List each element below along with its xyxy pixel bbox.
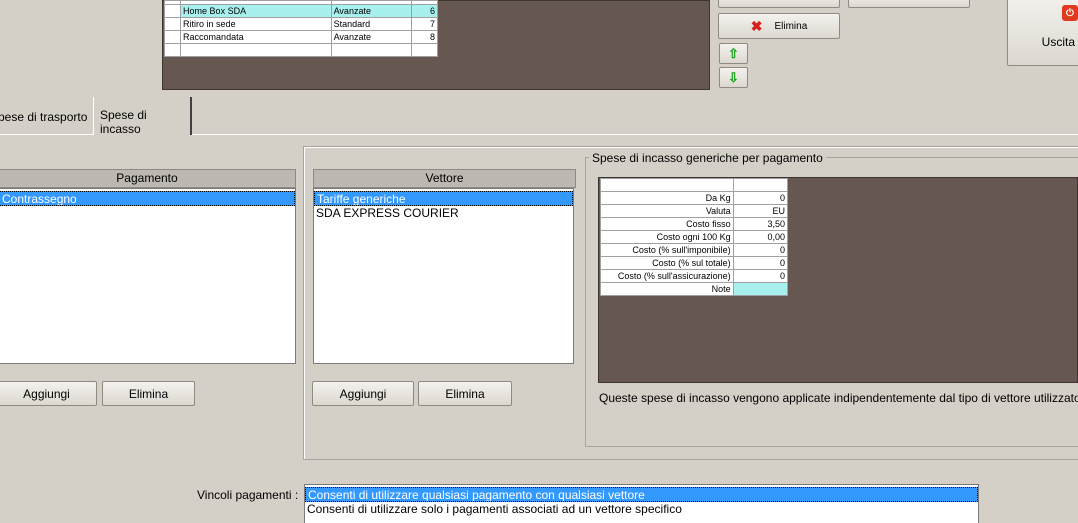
vettore-list[interactable]: Tariffe generiche SDA EXPRESS COURIER [313, 188, 574, 364]
table-row[interactable]: Costo (% sull'assicurazione) 0 [600, 268, 789, 283]
table-row[interactable]: Costo fisso 3,50 [600, 216, 789, 231]
move-down-button[interactable]: ⇩ [719, 67, 748, 88]
tab-spese-incasso[interactable]: Spese di incasso [93, 97, 192, 136]
tab-label: Spese di incasso [100, 108, 147, 136]
exit-button[interactable]: ⏻ Uscita ( [1007, 0, 1078, 66]
pagamento-add-button[interactable]: Aggiungi [0, 381, 97, 406]
table-row[interactable]: Raccomandata Avanzate 8 [163, 30, 439, 44]
power-icon: ⏻ [1062, 5, 1078, 21]
row-label: Costo (% sull'assicurazione) [600, 268, 734, 283]
table-row[interactable] [163, 43, 439, 57]
row-value[interactable]: 0 [732, 190, 789, 205]
vettore-delete-button[interactable]: Elimina [418, 381, 512, 406]
cell-name[interactable]: Ritiro in sede [180, 17, 332, 31]
table-row[interactable]: Ritiro in sede Standard 7 [163, 17, 439, 31]
spese-table[interactable]: Da Kg 0 Valuta EU Costo fisso 3,50 Costo og… [600, 178, 789, 296]
spese-note: Queste spese di incasso vengono applicat… [599, 391, 1078, 405]
table-row[interactable]: Da Kg 0 [600, 190, 789, 205]
table-row [600, 178, 789, 192]
row-value[interactable]: 3,50 [732, 216, 789, 231]
table-row[interactable]: Costo (% sul totale) 0 [600, 255, 789, 270]
row-label: Costo fisso [600, 216, 734, 231]
pagamento-header: Pagamento [0, 169, 296, 188]
cell-name[interactable]: Raccomandata [180, 30, 332, 44]
arrow-up-icon: ⇧ [728, 45, 739, 61]
arrow-down-icon: ⇩ [728, 69, 739, 85]
delete-x-icon: ✖ [750, 17, 763, 34]
row-label: Costo (% sull'imponibile) [600, 242, 734, 257]
table-row[interactable]: Home Box SDA Avanzate 6 [163, 4, 439, 18]
carrier-table[interactable]: Home Box SDA Avanzate 6 Ritiro in sede S… [163, 0, 439, 57]
cell-type[interactable]: Standard [330, 17, 412, 31]
row-value[interactable] [732, 281, 789, 296]
row-label: Valuta [600, 203, 734, 218]
row-label: Note [600, 281, 734, 296]
row-label: Costo (% sul totale) [600, 255, 734, 270]
vettore-header: Vettore [313, 169, 576, 188]
table-row[interactable]: Valuta EU [600, 203, 789, 218]
cell-type[interactable]: Avanzate [330, 4, 412, 18]
row-value[interactable]: 0,00 [732, 229, 789, 244]
vincoli-label: Vincoli pagamenti : [197, 488, 299, 502]
tab-label: pese di trasporto [0, 110, 88, 124]
move-up-button[interactable]: ⇧ [719, 43, 748, 64]
list-item[interactable]: SDA EXPRESS COURIER [314, 206, 573, 221]
list-item[interactable]: Contrassegno [0, 191, 295, 206]
row-value[interactable]: 0 [732, 268, 789, 283]
cell-num[interactable]: 6 [410, 4, 439, 18]
row-value[interactable]: 0 [732, 242, 789, 257]
top-button-a[interactable] [718, 0, 840, 8]
table-row[interactable]: Note [600, 281, 789, 296]
spese-group-title: Spese di incasso generiche per pagamento [589, 151, 826, 165]
table-row[interactable]: Costo ogni 100 Kg 0,00 [600, 229, 789, 244]
vettore-add-button[interactable]: Aggiungi [312, 381, 414, 406]
row-value[interactable]: EU [732, 203, 789, 218]
list-item[interactable]: Consenti di utilizzare solo i pagamenti … [305, 502, 978, 517]
cell-type[interactable]: Avanzate [330, 30, 412, 44]
row-value[interactable]: 0 [732, 255, 789, 270]
pagamento-list[interactable]: Contrassegno [0, 188, 296, 364]
top-button-b[interactable] [848, 0, 970, 8]
list-item[interactable]: Consenti di utilizzare qualsiasi pagamen… [305, 487, 978, 502]
delete-carrier-button[interactable]: ✖ Elimina [718, 13, 840, 39]
tab-spese-trasporto[interactable]: pese di trasporto [0, 108, 92, 128]
exit-label: Uscita ( [1041, 35, 1078, 49]
delete-label: Elimina [774, 20, 808, 32]
cell-name[interactable]: Home Box SDA [180, 4, 332, 18]
cell-num[interactable]: 8 [410, 30, 439, 44]
pagamento-delete-button[interactable]: Elimina [102, 381, 195, 406]
table-row[interactable]: Costo (% sull'imponibile) 0 [600, 242, 789, 257]
row-label: Da Kg [600, 190, 734, 205]
vincoli-list[interactable]: Consenti di utilizzare qualsiasi pagamen… [304, 484, 979, 523]
cell-num[interactable]: 7 [410, 17, 439, 31]
row-label: Costo ogni 100 Kg [600, 229, 734, 244]
list-item[interactable]: Tariffe generiche [314, 191, 573, 206]
